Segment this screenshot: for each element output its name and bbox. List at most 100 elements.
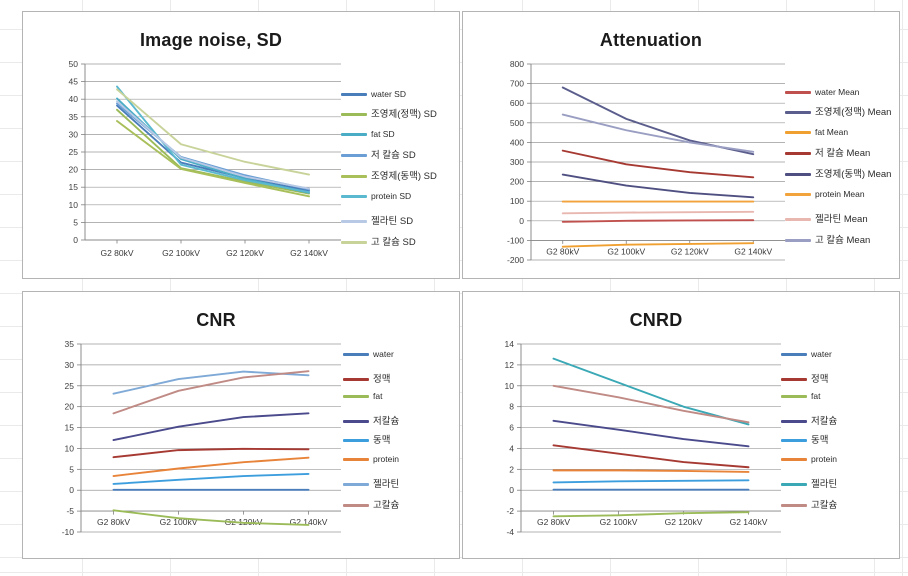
svg-text:20: 20 bbox=[65, 402, 75, 412]
legend-color-swatch bbox=[341, 132, 367, 136]
legend-item[interactable]: 저칼슘 bbox=[781, 417, 837, 427]
legend-item[interactable]: water bbox=[343, 350, 394, 359]
legend-item-label: fat bbox=[811, 391, 821, 401]
svg-text:G2 100kV: G2 100kV bbox=[607, 246, 645, 256]
legend-item[interactable]: fat bbox=[343, 392, 382, 401]
svg-text:-4: -4 bbox=[506, 527, 514, 537]
svg-text:G2 120kV: G2 120kV bbox=[226, 248, 264, 258]
legend-item[interactable]: 고칼슘 bbox=[781, 501, 837, 511]
legend-item[interactable]: water Mean bbox=[785, 88, 859, 97]
legend-color-swatch bbox=[785, 173, 811, 177]
svg-text:G2 80kV: G2 80kV bbox=[546, 246, 579, 256]
svg-text:35: 35 bbox=[65, 339, 75, 349]
legend-item-label: 젤라틴 SD bbox=[371, 216, 414, 227]
svg-text:G2 80kV: G2 80kV bbox=[97, 517, 130, 527]
svg-text:G2 120kV: G2 120kV bbox=[671, 246, 709, 256]
legend-item-label: 고칼슘 bbox=[811, 500, 838, 511]
legend-item-label: protein Mean bbox=[815, 189, 865, 199]
legend-color-swatch bbox=[343, 439, 369, 443]
svg-text:-2: -2 bbox=[506, 506, 514, 516]
svg-text:400: 400 bbox=[510, 137, 524, 147]
legend-item[interactable]: protein Mean bbox=[785, 190, 865, 199]
legend-item[interactable]: water bbox=[781, 350, 832, 359]
legend-item[interactable]: 고 칼슘 SD bbox=[341, 238, 416, 248]
legend-color-swatch bbox=[785, 192, 811, 196]
svg-text:G2 140kV: G2 140kV bbox=[734, 246, 772, 256]
chart-cnrd[interactable]: CNRD -4 -2 0 2 4 6 8 10 12 14 G2 80kV G2 100kV G2 12… bbox=[462, 291, 900, 559]
legend-item[interactable]: 동맥 bbox=[343, 436, 390, 446]
legend-item[interactable]: 조영제(정맥) SD bbox=[341, 110, 437, 120]
legend-color-swatch bbox=[785, 152, 811, 156]
legend-item[interactable]: 저 칼슘 SD bbox=[341, 151, 416, 161]
legend-item[interactable]: fat Mean bbox=[785, 128, 848, 137]
legend-item[interactable]: 조영제(정맥) Mean bbox=[785, 108, 891, 118]
legend-color-swatch bbox=[781, 439, 807, 443]
legend-item-label: fat Mean bbox=[815, 127, 849, 137]
svg-text:25: 25 bbox=[65, 381, 75, 391]
chart-cnr[interactable]: CNR -10 -5 0 5 10 15 20 25 30 35 G2 80kV G2 100kV G2… bbox=[22, 291, 460, 559]
svg-text:100: 100 bbox=[510, 196, 524, 206]
chart-attenuation[interactable]: Attenuation -200 -100 0 100 200 300 400 500 600 7… bbox=[462, 11, 900, 279]
legend-color-swatch bbox=[341, 220, 367, 224]
svg-text:0: 0 bbox=[69, 485, 74, 495]
legend-item-label: water SD bbox=[371, 89, 406, 99]
legend-item[interactable]: 조영제(동맥) SD bbox=[341, 172, 437, 182]
legend-item[interactable]: 고 칼슘 Mean bbox=[785, 236, 870, 246]
svg-text:-10: -10 bbox=[62, 527, 75, 537]
svg-text:-5: -5 bbox=[66, 506, 74, 516]
legend-item-label: 젤라틴 bbox=[811, 479, 838, 490]
legend-item-label: 저 칼슘 SD bbox=[371, 150, 416, 161]
legend-color-swatch bbox=[341, 113, 367, 117]
legend-color-swatch bbox=[343, 352, 369, 356]
legend-color-swatch bbox=[781, 504, 807, 508]
legend-item[interactable]: 저 칼슘 Mean bbox=[785, 149, 870, 159]
legend-item-label: 조영제(동맥) SD bbox=[371, 171, 437, 182]
legend-item-label: 젤라틴 Mean bbox=[815, 214, 868, 225]
svg-text:15: 15 bbox=[69, 182, 79, 192]
legend-item-label: 저칼슘 bbox=[811, 416, 838, 427]
svg-text:300: 300 bbox=[510, 157, 524, 167]
svg-text:25: 25 bbox=[69, 147, 79, 157]
legend-item-label: 젤라틴 bbox=[373, 479, 400, 490]
svg-text:800: 800 bbox=[510, 59, 524, 69]
legend-color-swatch bbox=[341, 154, 367, 158]
legend-item-label: 동맥 bbox=[811, 435, 829, 446]
legend-item-label: fat bbox=[373, 391, 383, 401]
legend-color-swatch bbox=[785, 239, 811, 243]
svg-text:20: 20 bbox=[69, 165, 79, 175]
svg-text:G2 140kV: G2 140kV bbox=[290, 248, 328, 258]
legend-item[interactable]: 젤라틴 SD bbox=[341, 217, 413, 227]
legend-item[interactable]: 젤라틴 bbox=[343, 480, 399, 490]
legend-item[interactable]: 저칼슘 bbox=[343, 417, 399, 427]
legend-color-swatch bbox=[781, 378, 807, 382]
legend-item[interactable]: 정맥 bbox=[781, 375, 828, 385]
svg-text:-100: -100 bbox=[507, 235, 524, 245]
legend-item[interactable]: 동맥 bbox=[781, 436, 828, 446]
legend-item-label: 고칼슘 bbox=[373, 500, 400, 511]
legend-item[interactable]: protein bbox=[781, 455, 837, 464]
legend-item[interactable]: 고칼슘 bbox=[343, 501, 399, 511]
legend-item[interactable]: protein bbox=[343, 455, 399, 464]
svg-text:G2 100kV: G2 100kV bbox=[600, 517, 638, 527]
svg-text:0: 0 bbox=[519, 216, 524, 226]
legend-item[interactable]: fat bbox=[781, 392, 820, 401]
svg-text:45: 45 bbox=[69, 77, 79, 87]
legend-item[interactable]: 정맥 bbox=[343, 375, 390, 385]
svg-text:G2 120kV: G2 120kV bbox=[665, 517, 703, 527]
svg-text:50: 50 bbox=[69, 59, 79, 69]
legend-color-swatch bbox=[343, 457, 369, 461]
legend-item[interactable]: 젤라틴 Mean bbox=[785, 215, 868, 225]
legend-color-swatch bbox=[341, 92, 367, 96]
legend-item-label: 정맥 bbox=[373, 374, 391, 385]
legend-item-label: protein bbox=[811, 454, 837, 464]
legend-item-label: 저 칼슘 Mean bbox=[815, 148, 871, 159]
legend-color-swatch bbox=[785, 218, 811, 222]
legend-item[interactable]: 조영제(동맥) Mean bbox=[785, 170, 891, 180]
legend-item[interactable]: protein SD bbox=[341, 192, 411, 201]
legend-item[interactable]: 젤라틴 bbox=[781, 480, 837, 490]
legend-item[interactable]: fat SD bbox=[341, 130, 395, 139]
legend-item[interactable]: water SD bbox=[341, 90, 406, 99]
svg-text:40: 40 bbox=[69, 94, 79, 104]
chart-image-noise-sd[interactable]: Image noise, SD 0 5 10 15 20 25 30 35 40 45 50 G2 8… bbox=[22, 11, 460, 279]
svg-text:200: 200 bbox=[510, 177, 524, 187]
